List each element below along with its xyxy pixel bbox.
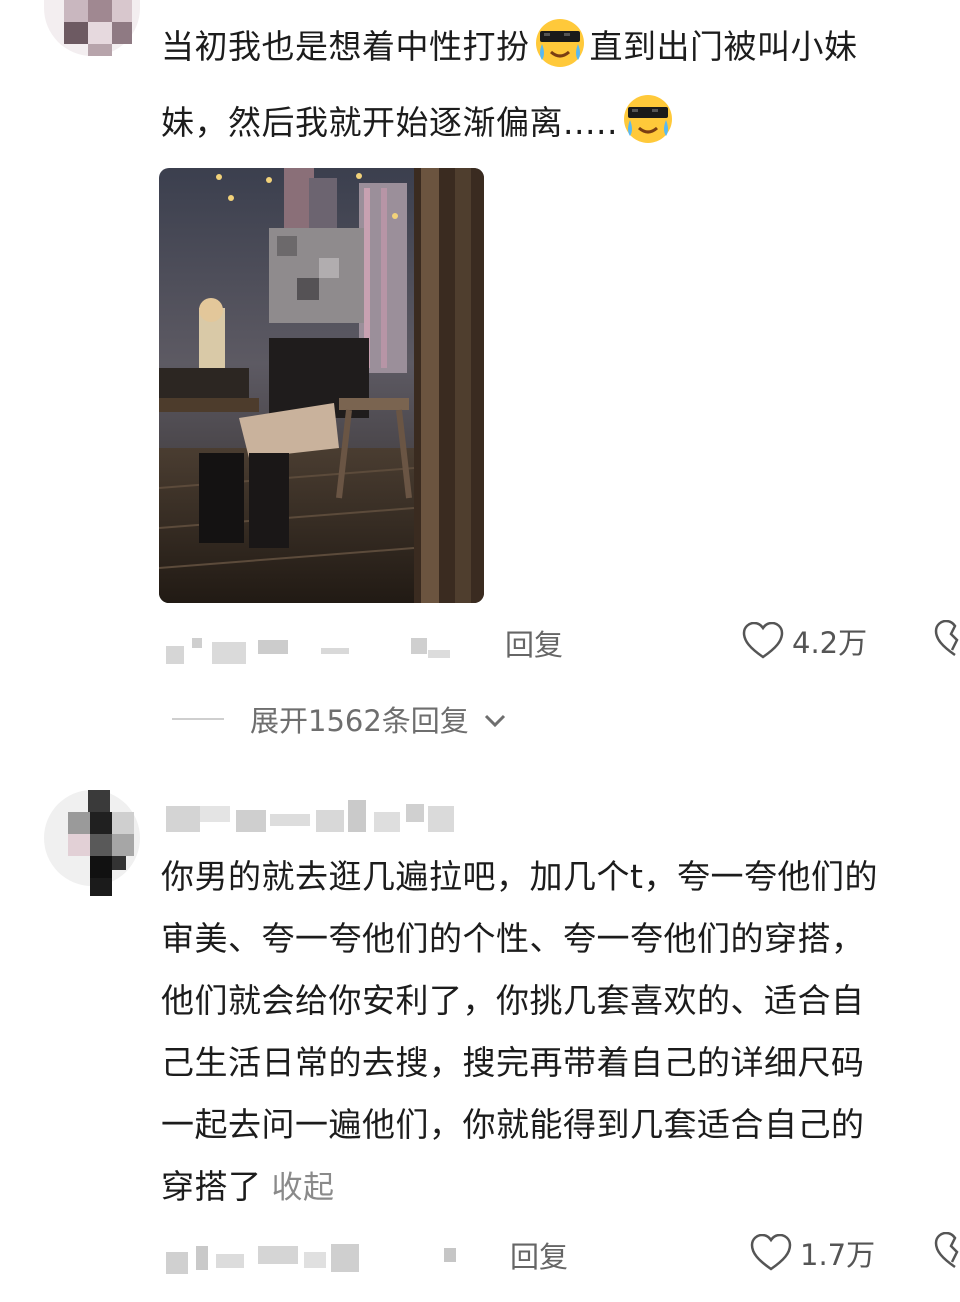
comment-text: 审美、夸一夸他们的个性、夸一夸他们的穿搭， [161, 919, 865, 958]
avatar[interactable] [44, 790, 140, 896]
comment-text: 你男的就去逛几遍拉吧，加几个t，夸一夸他们的 [161, 857, 878, 896]
like-button[interactable]: 4.2万 [742, 620, 867, 662]
username-blurred[interactable] [166, 800, 476, 834]
avatar[interactable] [44, 0, 140, 56]
dislike-icon[interactable] [934, 619, 960, 662]
heart-icon [750, 1234, 792, 1272]
comment-meta-blurred [166, 1238, 466, 1276]
comment-text: 当初我也是想着中性打扮 [161, 27, 530, 66]
chevron-down-icon [483, 702, 507, 736]
comment-text: 穿搭了 [161, 1167, 262, 1206]
comment-text: 己生活日常的去搜，搜完再带着自己的详细尺码 [161, 1043, 865, 1082]
comment-text: 他们就会给你安利了，你挑几套喜欢的、适合自 [161, 981, 865, 1020]
collapse-button[interactable]: 收起 [272, 1170, 335, 1206]
cool-crying-emoji-icon [620, 90, 676, 146]
comment-text: 妹，然后我就开始逐渐偏离..... [161, 103, 618, 142]
reply-button[interactable]: 回复 [505, 622, 563, 664]
like-count: 1.7万 [800, 1238, 876, 1272]
like-count: 4.2万 [792, 626, 868, 660]
reply-button[interactable]: 回复 [510, 1234, 568, 1276]
comment-photo[interactable] [159, 168, 484, 603]
dislike-icon[interactable] [934, 1231, 960, 1274]
cool-crying-emoji-icon [532, 14, 588, 70]
like-button[interactable]: 1.7万 [750, 1232, 875, 1274]
comment-text: 直到出门被叫小妹 [589, 27, 858, 66]
divider-line [172, 718, 224, 720]
expand-replies-button[interactable]: 展开1562条回复 [172, 698, 507, 740]
comment-meta-blurred [166, 632, 466, 668]
heart-icon [742, 622, 784, 660]
expand-replies-label: 展开1562条回复 [250, 704, 469, 738]
comment-text: 一起去问一遍他们，你就能得到几套适合自己的 [161, 1105, 865, 1144]
